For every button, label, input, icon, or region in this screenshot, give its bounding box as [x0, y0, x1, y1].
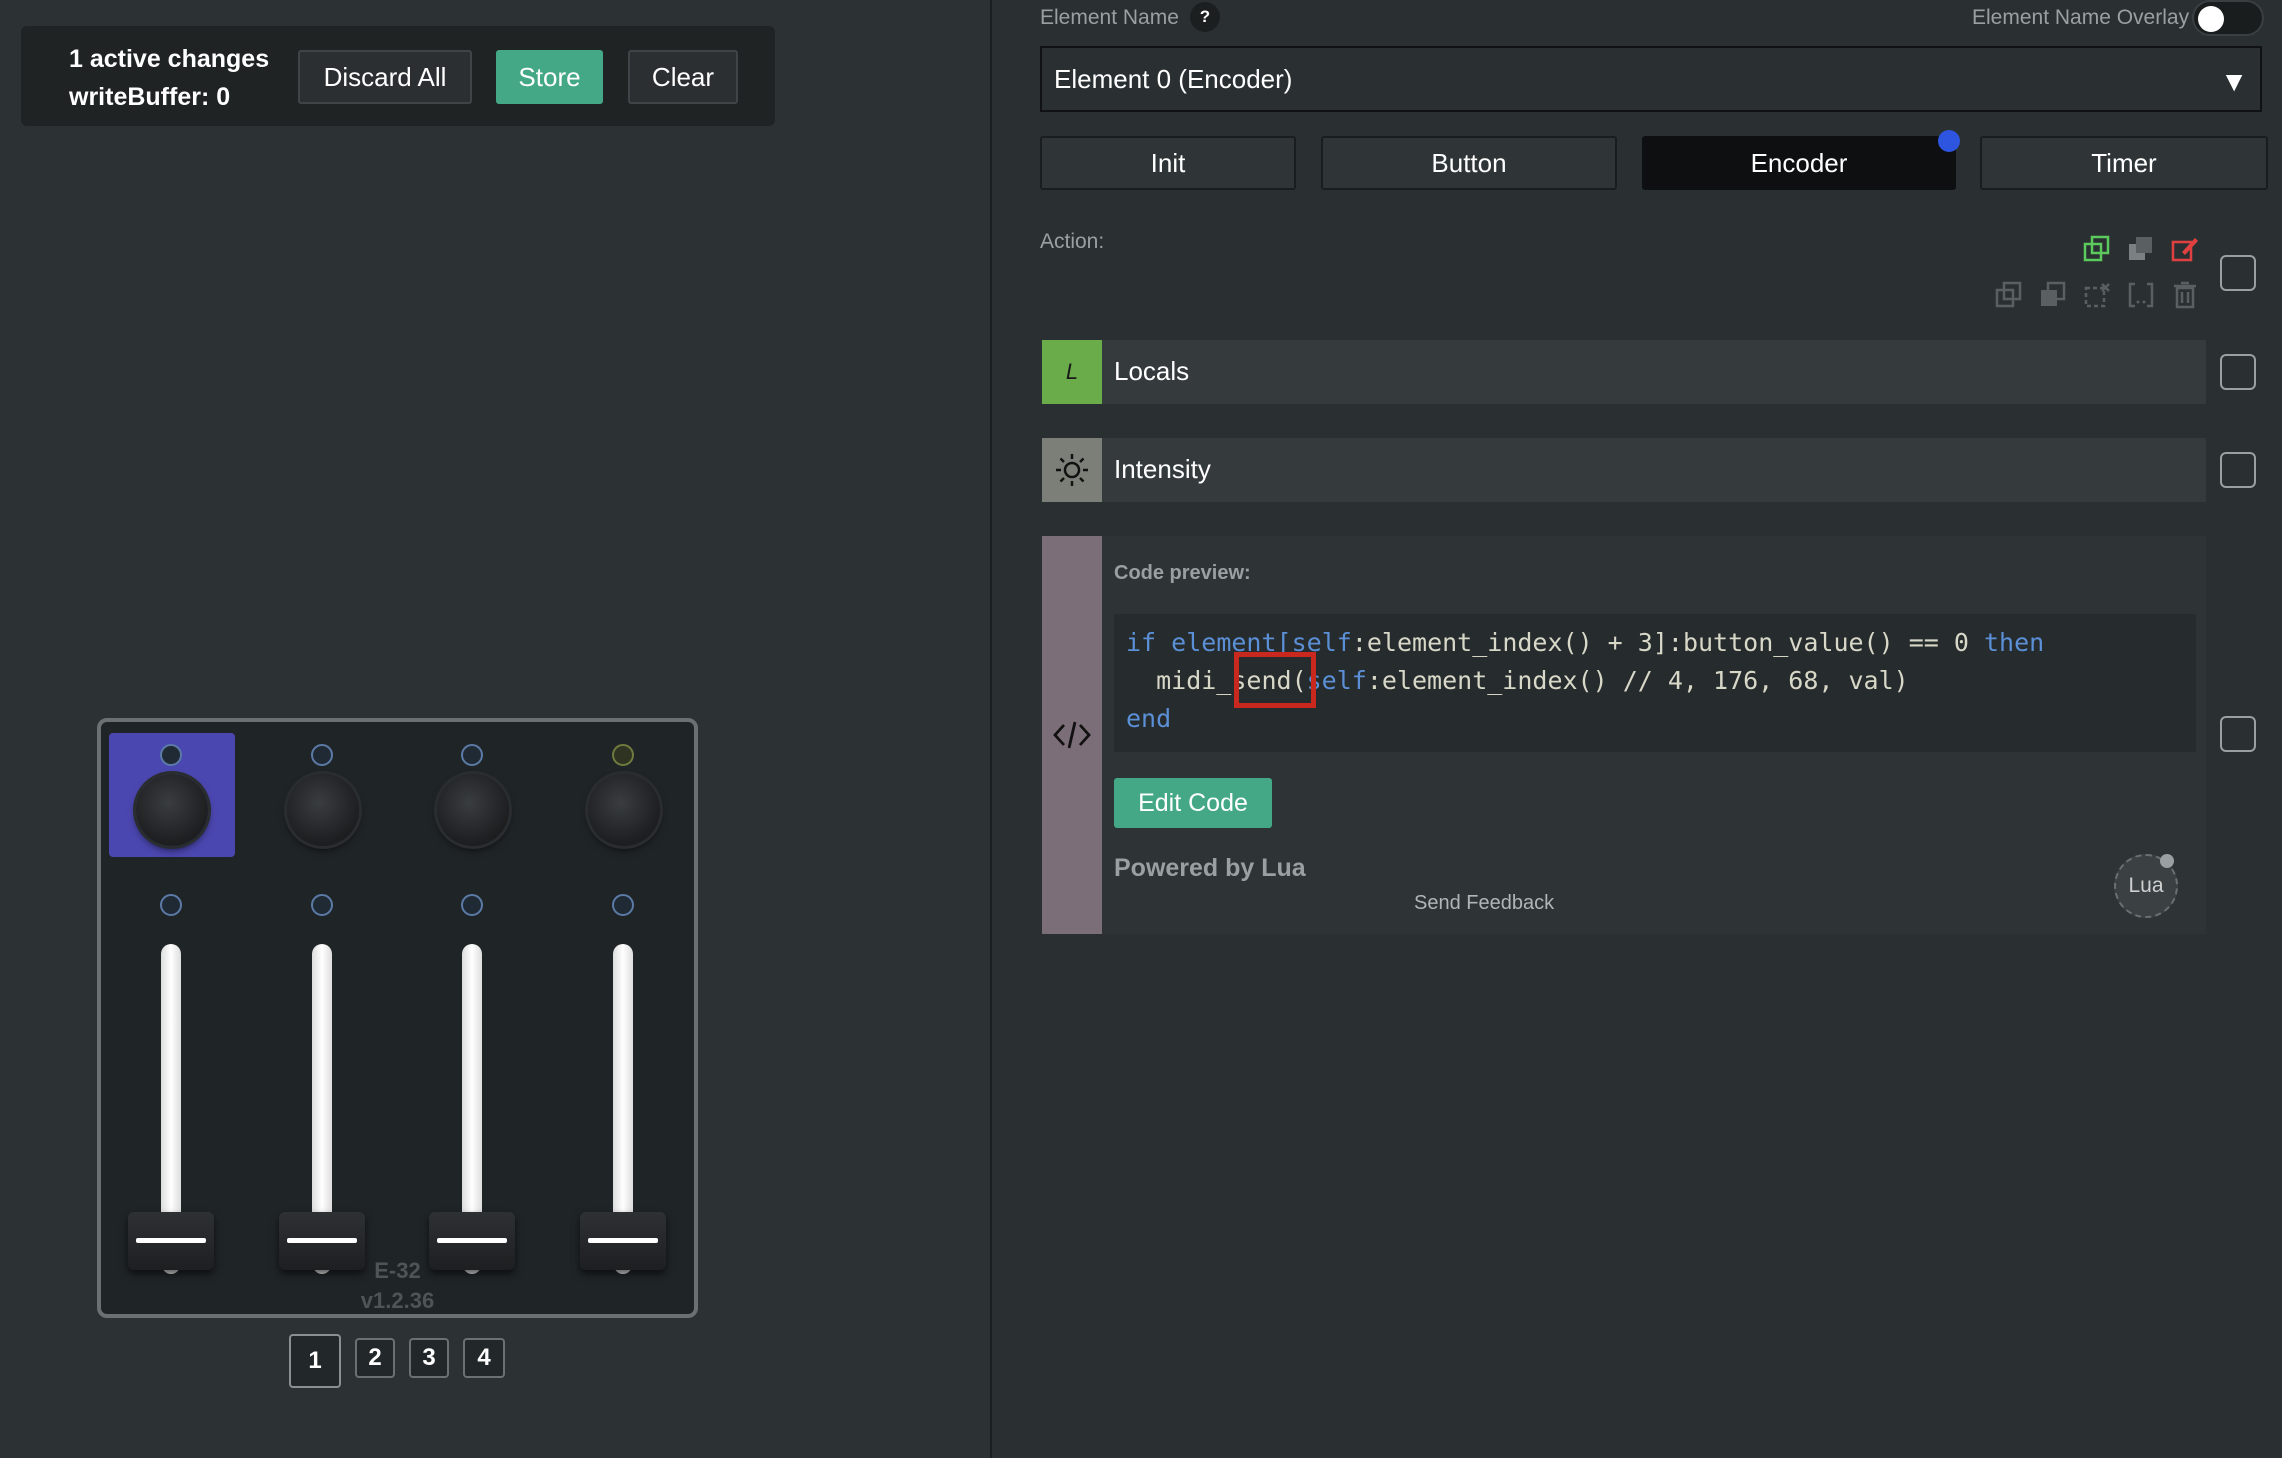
device-model: E-32	[374, 1258, 421, 1283]
action-label: Action:	[1040, 230, 1105, 253]
merge-icon[interactable]	[2126, 280, 2156, 310]
highlight-box	[1234, 652, 1316, 708]
toggle-knob	[2198, 6, 2224, 32]
page-button-3[interactable]: 3	[409, 1338, 449, 1378]
changes-status: 1 active changes writeBuffer: 0	[69, 40, 269, 116]
intensity-icon	[1042, 438, 1102, 502]
fader-track	[312, 944, 332, 1234]
fader-led	[461, 894, 483, 916]
encoder-knob[interactable]	[136, 774, 208, 846]
encoder-led	[461, 744, 483, 766]
code-checkbox[interactable]	[2220, 716, 2256, 752]
encoder-knob[interactable]	[437, 774, 509, 846]
edit-icon[interactable]	[2170, 234, 2200, 264]
send-feedback-link[interactable]: Send Feedback	[1414, 892, 1554, 915]
changes-bar: 1 active changes writeBuffer: 0 Discard …	[21, 26, 775, 126]
powered-by-text: Powered by Lua	[1114, 854, 1306, 882]
device-label: E-32 v1.2.36	[101, 1256, 694, 1316]
fader-led	[612, 894, 634, 916]
paste-icon[interactable]	[2038, 280, 2068, 310]
page-button-2[interactable]: 2	[355, 1338, 395, 1378]
cut-icon[interactable]	[2082, 280, 2112, 310]
fader-track	[462, 944, 482, 1234]
page-button-4[interactable]: 4	[463, 1338, 505, 1378]
overlay-toggle[interactable]	[2192, 0, 2264, 36]
copy-action-icon[interactable]	[2082, 234, 2112, 264]
tab-encoder[interactable]: Encoder	[1642, 136, 1956, 190]
encoder-led	[160, 744, 182, 766]
config-panel: Element Name ? Element Name Overlay Elem…	[992, 0, 2282, 1458]
fader-track	[613, 944, 633, 1234]
lua-logo-dot	[2160, 854, 2174, 868]
help-icon[interactable]: ?	[1190, 2, 1220, 32]
intensity-checkbox[interactable]	[2220, 452, 2256, 488]
code-preview-label: Code preview:	[1114, 562, 1251, 584]
store-button[interactable]: Store	[496, 50, 603, 104]
active-event-dot	[1938, 130, 1960, 152]
overlay-label: Element Name Overlay	[1972, 6, 2190, 29]
trash-icon[interactable]	[2170, 280, 2200, 310]
intensity-block[interactable]: Intensity	[1042, 438, 2206, 502]
intensity-title: Intensity	[1114, 454, 1211, 484]
left-panel: 1 active changes writeBuffer: 0 Discard …	[0, 0, 990, 1458]
tab-timer[interactable]: Timer	[1980, 136, 2268, 190]
code-icon	[1042, 536, 1102, 934]
code-block: Code preview: if element[self:element_in…	[1042, 536, 2206, 934]
duplicate-icon[interactable]	[2126, 234, 2156, 264]
sun-icon	[1056, 454, 1088, 486]
locals-checkbox[interactable]	[2220, 354, 2256, 390]
selected-element: Element 0 (Encoder)	[1054, 63, 1293, 94]
locals-block[interactable]: L Locals	[1042, 340, 2206, 404]
discard-all-button[interactable]: Discard All	[298, 50, 472, 104]
locals-icon: L	[1042, 340, 1102, 404]
dropdown-arrow-icon: ▼	[2220, 66, 2248, 97]
encoder-led	[311, 744, 333, 766]
encoder-knob[interactable]	[588, 774, 660, 846]
tab-button[interactable]: Button	[1321, 136, 1617, 190]
fader-track	[161, 944, 181, 1234]
page-button-1[interactable]: 1	[289, 1334, 341, 1388]
clear-button[interactable]: Clear	[628, 50, 738, 104]
fader-led	[160, 894, 182, 916]
encoder-knob[interactable]	[287, 774, 359, 846]
element-name-label: Element Name	[1040, 6, 1179, 29]
tab-init[interactable]: Init	[1040, 136, 1296, 190]
write-buffer-text: writeBuffer: 0	[69, 83, 231, 111]
edit-code-button[interactable]: Edit Code	[1114, 778, 1272, 828]
code-brackets-icon	[1053, 721, 1091, 749]
device-e32: E-32 v1.2.36	[97, 718, 698, 1318]
select-all-checkbox[interactable]	[2220, 255, 2256, 291]
encoder-led	[612, 744, 634, 766]
copy-icon[interactable]	[1994, 280, 2024, 310]
active-changes-text: 1 active changes	[69, 45, 270, 73]
device-version: v1.2.36	[360, 1288, 435, 1313]
element-select[interactable]: Element 0 (Encoder) ▼	[1040, 46, 2262, 112]
fader-led	[311, 894, 333, 916]
locals-title: Locals	[1114, 356, 1190, 386]
